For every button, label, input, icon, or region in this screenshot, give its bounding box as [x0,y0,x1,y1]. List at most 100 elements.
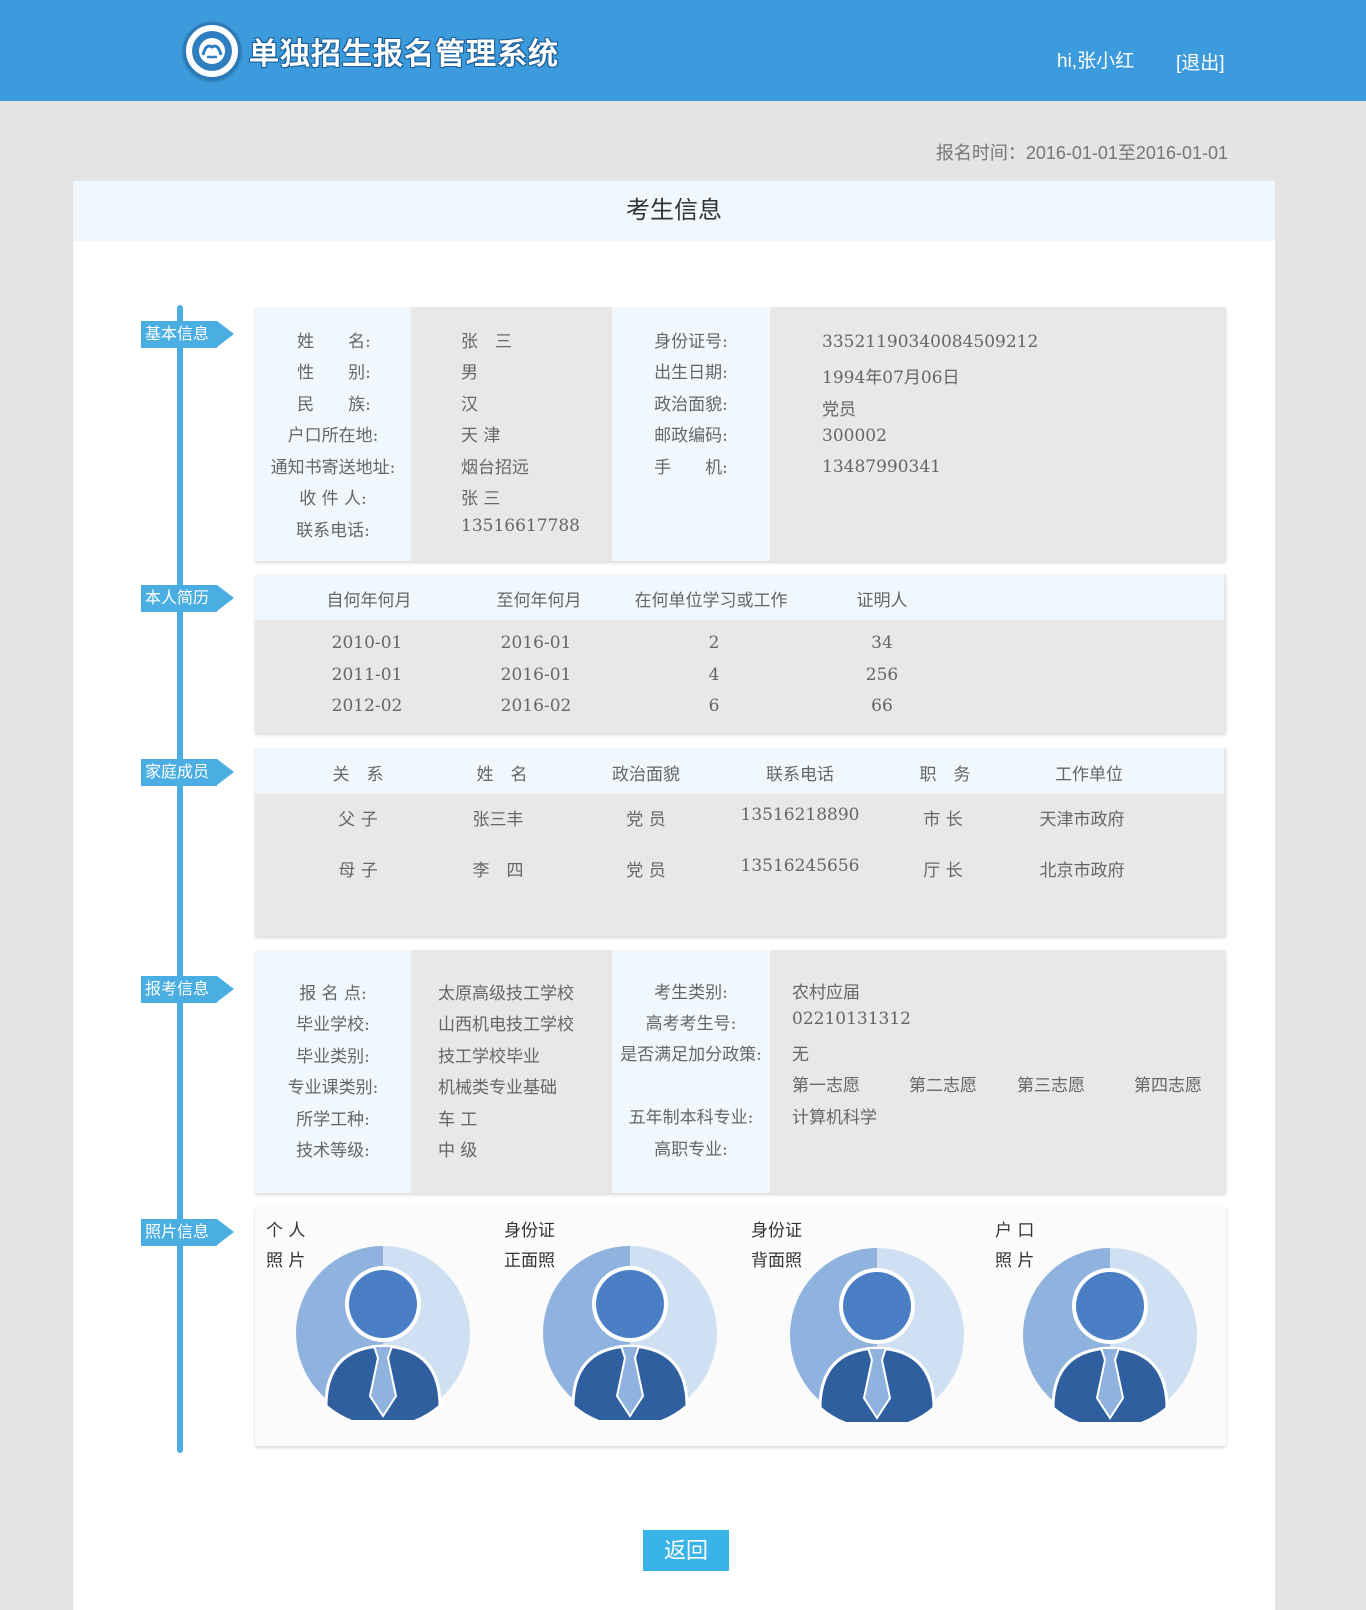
resume-cell: 2016-01 [500,633,572,653]
resume-cell: 4 [708,665,720,685]
resume-col-to: 至何年何月 [496,591,582,611]
resume-cell: 2 [708,633,720,653]
value-course-type: 机械类专业基础 [438,1078,557,1098]
photo-label-line: 个 人 [266,1221,306,1241]
resume-cell: 66 [871,696,893,716]
section-tag-photos: 照片信息 [141,1219,234,1246]
value-candidate-type: 农村应届 [792,983,860,1003]
personal-photo-placeholder-icon[interactable] [296,1246,470,1420]
value-hukou: 天 津 [461,426,501,446]
label-birth-date: 出生日期: [654,363,728,383]
family-cell: 市 长 [923,810,963,830]
resume-cell: 2016-01 [500,665,572,685]
photos-panel: 个 人 照 片 身份证 正面照 身份证 背面照 户 口 照 片 [255,1206,1226,1446]
family-col-phone: 联系电话 [766,765,834,785]
label-gender: 性 别: [297,363,371,383]
family-col-position: 职 务 [919,765,971,785]
wish-1: 第一志愿 [792,1076,860,1096]
id-front-photo-placeholder-icon[interactable] [543,1246,717,1420]
family-cell: 13516245656 [740,856,860,876]
back-button[interactable]: 返回 [643,1530,729,1571]
resume-cell: 256 [865,665,899,685]
label-mobile: 手 机: [654,458,728,478]
family-col-workplace: 工作单位 [1055,765,1123,785]
value-five-year-major: 计算机科学 [792,1108,877,1128]
logout-link[interactable]: [退出] [1176,48,1225,75]
school-emblem-icon [183,22,241,80]
section-tag-family: 家庭成员 [141,759,234,786]
family-cell: 北京市政府 [1039,861,1125,881]
label-vocational-major: 高职专业: [654,1140,728,1160]
app-title: 单独招生报名管理系统 [249,37,559,72]
user-greeting: hi,张小红 [1057,51,1135,72]
value-tech-level: 中 级 [438,1141,478,1161]
id-back-photo-placeholder-icon[interactable] [790,1248,964,1422]
resume-col-unit: 在何单位学习或工作 [634,591,788,611]
section-tag-resume: 本人简历 [141,585,234,612]
label-recipient: 收 件 人: [299,489,367,509]
section-tag-basic: 基本信息 [141,321,234,348]
value-ethnicity: 汉 [461,395,478,415]
photo-label-line: 身份证 [504,1221,555,1241]
family-col-name: 姓 名 [476,765,528,785]
family-cell: 党 员 [626,861,666,881]
value-mobile: 13487990341 [822,457,941,477]
family-cell: 厅 长 [923,861,963,881]
resume-col-witness: 证明人 [856,591,908,611]
value-trade: 车 工 [438,1110,478,1130]
value-birth-date: 1994年07月06日 [822,368,960,388]
page-title: 考生信息 [73,181,1275,241]
value-postal-code: 300002 [822,426,887,446]
label-name: 姓 名: [297,332,371,352]
label-graduate-school: 毕业学校: [296,1015,370,1035]
label-reg-site: 报 名 点: [299,984,367,1004]
family-col-relation: 关 系 [332,765,384,785]
section-tag-application: 报考信息 [141,976,234,1003]
label-tech-level: 技术等级: [296,1141,370,1161]
family-cell: 天津市政府 [1039,810,1125,830]
label-political-status: 政治面貌: [654,395,728,415]
resume-cell: 2016-02 [500,696,572,716]
label-candidate-type: 考生类别: [654,983,728,1003]
family-cell: 父 子 [338,810,378,830]
registration-time: 报名时间：2016-01-01至2016-01-01 [935,143,1228,163]
label-id-number: 身份证号: [654,332,728,352]
label-bonus-policy: 是否满足加分政策: [620,1045,762,1065]
value-political-status: 党员 [822,400,856,420]
app-logo[interactable]: 单独招生报名管理系统 [183,22,559,80]
family-cell: 13516218890 [740,805,860,825]
timeline-line [177,305,183,1453]
label-mailing-address: 通知书寄送地址: [270,458,396,478]
label-ethnicity: 民 族: [297,395,371,415]
value-contact-phone: 13516617788 [461,516,580,536]
label-exam-number: 高考考生号: [645,1014,737,1034]
resume-col-from: 自何年何月 [326,591,412,611]
wish-4: 第四志愿 [1134,1076,1202,1096]
value-exam-number: 02210131312 [792,1009,911,1029]
resume-cell: 34 [871,633,893,653]
family-cell: 李 四 [472,861,524,881]
resume-cell: 2011-01 [331,665,403,685]
wish-2: 第二志愿 [909,1076,977,1096]
basic-info-panel: 姓 名: 性 别: 民 族: 户口所在地: 通知书寄送地址: 收 件 人: 联系… [255,307,1226,561]
resume-table-header: 自何年何月 至何年何月 在何单位学习或工作 证明人 [255,574,1224,620]
label-five-year-major: 五年制本科专业: [628,1108,754,1128]
value-mailing-address: 烟台招远 [461,458,529,478]
value-id-number: 335211903400845092​12 [822,332,1039,352]
label-hukou: 户口所在地: [287,426,379,446]
family-cell: 母 子 [338,861,378,881]
application-panel: 报 名 点: 毕业学校: 毕业类别: 专业课类别: 所学工种: 技术等级: 太原… [255,950,1226,1193]
resume-cell: 2012-02 [331,696,403,716]
hukou-photo-placeholder-icon[interactable] [1023,1248,1197,1422]
value-recipient: 张 三 [461,489,501,509]
label-contact-phone: 联系电话: [296,521,370,541]
photo-label-line: 身份证 [751,1221,802,1241]
wish-3: 第三志愿 [1017,1076,1085,1096]
family-col-political: 政治面貌 [612,765,680,785]
value-gender: 男 [461,363,478,383]
resume-cell: 6 [708,696,720,716]
value-name: 张 三 [461,332,512,352]
resume-panel: 自何年何月 至何年何月 在何单位学习或工作 证明人 2010-01 2016-0… [255,574,1226,733]
value-bonus-policy: 无 [792,1045,809,1065]
value-graduate-school: 山西机电技工学校 [438,1015,574,1035]
